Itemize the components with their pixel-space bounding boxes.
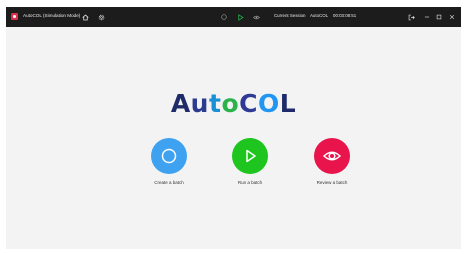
autocol-logo: AutoCOL	[6, 86, 461, 120]
minimize-icon[interactable]	[422, 12, 432, 22]
logo-letter: t	[208, 88, 222, 118]
app-window: AutoCOL (Simulation Mode) Current Sessio…	[6, 7, 461, 249]
run-batch-label[interactable]: Run a batch	[210, 180, 290, 185]
title-bar: AutoCOL (Simulation Mode) Current Sessio…	[6, 7, 461, 27]
maximize-icon[interactable]	[434, 12, 444, 22]
sign-out-icon[interactable]	[406, 12, 416, 22]
logo-letter: A	[170, 88, 191, 118]
review-batch-label[interactable]: Review a batch	[292, 180, 372, 185]
window-title: AutoCOL (Simulation Mode)	[23, 13, 81, 18]
close-icon[interactable]	[447, 12, 457, 22]
review-batch-action[interactable]: Review a batch	[292, 138, 372, 194]
create-batch-label[interactable]: Create a batch	[129, 180, 209, 185]
session-user: AutoCOL	[310, 13, 329, 18]
review-batch-button[interactable]	[314, 138, 350, 174]
create-batch-button[interactable]	[151, 138, 187, 174]
gear-icon[interactable]	[96, 12, 106, 22]
session-time: 00:03:08:51	[333, 13, 357, 18]
play-icon[interactable]	[235, 12, 245, 22]
run-batch-button[interactable]	[232, 138, 268, 174]
logo-letter: L	[279, 88, 297, 118]
home-icon[interactable]	[80, 12, 90, 22]
logo-letter: o	[221, 88, 240, 118]
logo-letter: O	[257, 88, 280, 118]
eye-icon	[322, 151, 342, 161]
logo-letter: u	[190, 88, 209, 118]
create-batch-action[interactable]: Create a batch	[129, 138, 209, 194]
eye-icon[interactable]	[251, 12, 261, 22]
logo-letter: C	[239, 88, 258, 118]
stop-circle-icon[interactable]	[219, 12, 229, 22]
app-logo-icon	[11, 13, 18, 20]
play-icon	[246, 149, 256, 163]
run-batch-action[interactable]: Run a batch	[210, 138, 290, 194]
session-label: Current Session	[274, 13, 306, 18]
circle-icon	[161, 148, 177, 164]
